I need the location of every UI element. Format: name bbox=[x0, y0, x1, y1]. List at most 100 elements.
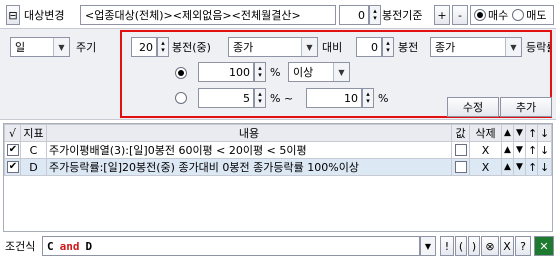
table-header-row: √ 지표 내용 값 삭제 ▲ ▼ ↑ ↓ bbox=[4, 124, 552, 142]
compare-value: 이상 bbox=[293, 66, 314, 79]
expr-and: and bbox=[59, 239, 80, 253]
not-button[interactable]: ! bbox=[440, 236, 454, 256]
trade-type-group: 매수 매도 bbox=[470, 5, 554, 25]
bars2-input[interactable]: 0 bbox=[356, 37, 382, 57]
option-range-radio[interactable] bbox=[175, 92, 187, 107]
target-condition-field[interactable]: <업종대상(전체)><제외없음><전체월결산> bbox=[80, 5, 336, 25]
buy-label: 매수 bbox=[488, 9, 509, 22]
bars-label: 봉전(중) bbox=[172, 41, 211, 54]
spinner-icon: ▴ ▾ bbox=[161, 39, 165, 54]
row-delete-button[interactable]: X bbox=[469, 141, 502, 159]
add-button[interactable]: 추가 bbox=[500, 97, 552, 117]
move-up-button[interactable]: ▲ bbox=[501, 158, 514, 176]
period-label: 주기 bbox=[76, 41, 97, 54]
help-button[interactable]: ? bbox=[515, 236, 531, 256]
checkmark-icon: ✔ bbox=[7, 144, 19, 156]
value-input[interactable]: 100 bbox=[198, 62, 254, 82]
target-change-label: 대상변경 bbox=[24, 9, 65, 22]
expression-dropdown[interactable]: ▼ bbox=[420, 236, 436, 256]
excel-icon: ✕ bbox=[539, 239, 549, 253]
plus-button[interactable]: + bbox=[434, 5, 450, 25]
move-bottom-button[interactable]: ↓ bbox=[537, 158, 552, 176]
expression-input[interactable]: C and D bbox=[42, 236, 420, 256]
row-code: D bbox=[20, 158, 47, 176]
collapse-toggle-button[interactable]: ⊟ bbox=[6, 5, 20, 25]
row-delete-button[interactable]: X bbox=[469, 158, 502, 176]
close-paren-button[interactable]: ) bbox=[468, 236, 480, 256]
header-delete: 삭제 bbox=[469, 124, 502, 142]
expr-operand-a: C bbox=[47, 239, 54, 253]
row-value-cell[interactable] bbox=[451, 158, 470, 176]
range-from-input[interactable]: 5 bbox=[198, 88, 254, 108]
condition-grid: √ 지표 내용 값 삭제 ▲ ▼ ↑ ↓ ✔ C 주가이평배열(3):[일]0봉… bbox=[3, 123, 553, 232]
move-bottom-button[interactable]: ↓ bbox=[537, 141, 552, 159]
basis-label: 봉전기준 bbox=[382, 9, 423, 22]
period-value: 일 bbox=[15, 41, 26, 54]
price2-value: 종가 bbox=[435, 41, 456, 54]
xor-button[interactable]: ⊗ bbox=[481, 236, 499, 256]
percent-label: % bbox=[270, 65, 281, 79]
condition-table: √ 지표 내용 값 삭제 ▲ ▼ ↑ ↓ ✔ C 주가이평배열(3):[일]0봉… bbox=[4, 124, 552, 176]
bars-value: 20 bbox=[139, 40, 153, 54]
offset-input[interactable]: 0 bbox=[339, 5, 369, 25]
header-bottom: ↓ bbox=[537, 124, 552, 142]
bars2-spinner[interactable]: ▴ ▾ bbox=[382, 37, 394, 57]
chevron-down-icon: ▼ bbox=[53, 38, 69, 56]
offset-value: 0 bbox=[358, 8, 365, 22]
option-value-radio[interactable] bbox=[175, 66, 187, 79]
excel-export-button[interactable]: ✕ bbox=[534, 236, 554, 256]
bars2-label: 봉전 bbox=[398, 41, 419, 54]
chevron-down-icon: ▼ bbox=[301, 38, 317, 56]
minus-button[interactable]: - bbox=[452, 5, 468, 25]
move-down-button[interactable]: ▼ bbox=[513, 158, 526, 176]
value-value: 100 bbox=[229, 65, 250, 79]
buy-radio[interactable] bbox=[474, 9, 486, 21]
row-content[interactable]: 주가등락률:[일]20봉전(중) 종가대비 0봉전 종가등락률 100%이상 bbox=[46, 158, 452, 176]
move-down-button[interactable]: ▼ bbox=[513, 141, 526, 159]
move-top-button[interactable]: ↑ bbox=[525, 141, 538, 159]
move-top-button[interactable]: ↑ bbox=[525, 158, 538, 176]
bars-spinner[interactable]: ▴ ▾ bbox=[157, 37, 169, 57]
row-checkbox[interactable]: ✔ bbox=[4, 158, 21, 176]
offset-spinner[interactable]: ▴ ▾ bbox=[369, 5, 381, 25]
spinner-icon: ▴ ▾ bbox=[386, 39, 390, 54]
row-value-cell[interactable] bbox=[451, 141, 470, 159]
range-percent-label: % bbox=[378, 91, 389, 105]
value-checkbox[interactable] bbox=[454, 161, 467, 173]
clear-button[interactable]: X bbox=[500, 236, 514, 256]
sell-radio[interactable] bbox=[512, 9, 525, 21]
period-select[interactable]: 일 ▼ bbox=[10, 37, 70, 57]
price-value: 종가 bbox=[233, 41, 254, 54]
spinner-icon: ▴ ▾ bbox=[258, 90, 262, 105]
bars2-value: 0 bbox=[371, 40, 378, 54]
chevron-down-icon: ▼ bbox=[424, 241, 432, 251]
row-checkbox[interactable]: ✔ bbox=[4, 141, 21, 159]
range-to-input[interactable]: 10 bbox=[306, 88, 362, 108]
spinner-icon: ▴ ▾ bbox=[366, 90, 370, 105]
price2-select[interactable]: 종가 ▼ bbox=[430, 37, 522, 57]
compare-select[interactable]: 이상 ▼ bbox=[288, 62, 350, 82]
modify-button[interactable]: 수정 bbox=[447, 97, 499, 117]
chevron-down-icon: ▼ bbox=[333, 63, 349, 81]
range-to-value: 10 bbox=[344, 91, 358, 105]
expression-label: 조건식 bbox=[5, 240, 36, 253]
chevron-down-icon: ▼ bbox=[505, 38, 521, 56]
table-row[interactable]: ✔ D 주가등락률:[일]20봉전(중) 종가대비 0봉전 종가등락률 100%… bbox=[4, 158, 552, 176]
spinner-icon: ▴ ▾ bbox=[258, 64, 262, 79]
move-up-button[interactable]: ▲ bbox=[501, 141, 514, 159]
rate-label: 등락률 bbox=[526, 41, 550, 54]
range-to-spinner[interactable]: ▴ ▾ bbox=[362, 88, 374, 108]
value-spinner[interactable]: ▴ ▾ bbox=[254, 62, 266, 82]
price-select[interactable]: 종가 ▼ bbox=[228, 37, 318, 57]
expr-operand-b: D bbox=[85, 239, 93, 253]
radio-empty-icon bbox=[175, 92, 187, 104]
row-content[interactable]: 주가이평배열(3):[일]0봉전 60이평 < 20이평 < 5이평 bbox=[46, 141, 452, 159]
open-paren-button[interactable]: ( bbox=[455, 236, 467, 256]
range-from-spinner[interactable]: ▴ ▾ bbox=[254, 88, 266, 108]
value-checkbox[interactable] bbox=[454, 144, 467, 156]
bars-input[interactable]: 20 bbox=[131, 37, 157, 57]
radio-selected-icon bbox=[175, 67, 187, 79]
header-indicator: 지표 bbox=[20, 124, 47, 142]
header-top: ↑ bbox=[525, 124, 538, 142]
table-row[interactable]: ✔ C 주가이평배열(3):[일]0봉전 60이평 < 20이평 < 5이평 X… bbox=[4, 141, 552, 159]
